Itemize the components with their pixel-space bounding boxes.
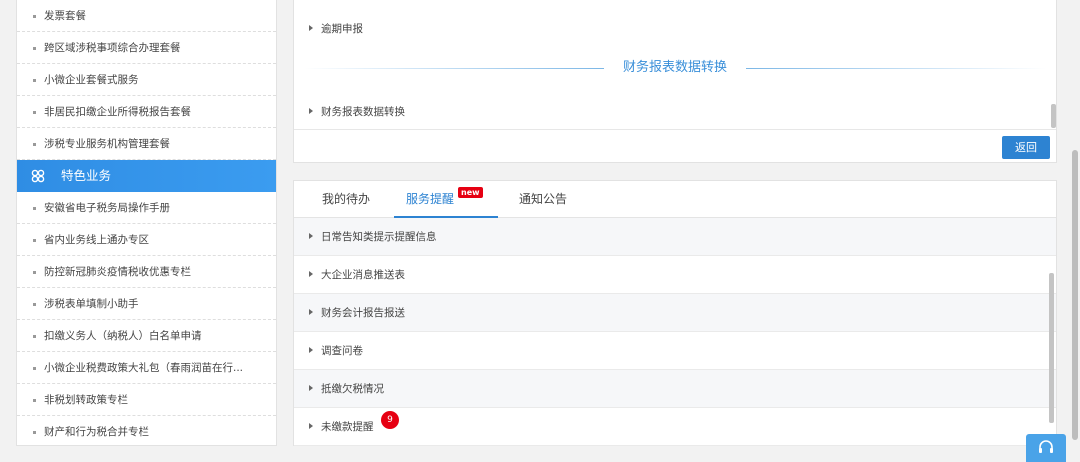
sidebar-item-label: 涉税专业服务机构管理套餐: [44, 138, 170, 150]
sidebar-item[interactable]: 小微企业套餐式服务: [17, 64, 276, 96]
headset-icon: [1039, 440, 1053, 453]
sidebar-item-label: 省内业务线上通办专区: [44, 234, 149, 246]
report-conversion-panel: 逾期申报 财务报表数据转换 财务报表数据转换 返回: [293, 0, 1057, 163]
panel-scrollbar[interactable]: [1049, 273, 1054, 423]
count-badge: 9: [381, 411, 399, 429]
tab-notices[interactable]: 通知公告: [519, 181, 567, 218]
page-scrollbar[interactable]: [1072, 150, 1078, 440]
sidebar-section-label: 特色业务: [61, 168, 112, 183]
list-item[interactable]: 抵缴欠税情况: [294, 370, 1056, 408]
sidebar-item[interactable]: 防控新冠肺炎疫情税收优惠专栏: [17, 256, 276, 288]
divider: [304, 68, 604, 69]
caret-right-icon: [309, 271, 313, 277]
sidebar-item[interactable]: 涉税表单填制小助手: [17, 288, 276, 320]
bullet-icon: [33, 79, 36, 82]
sidebar-item-label: 发票套餐: [44, 10, 86, 22]
sidebar-item-label: 涉税表单填制小助手: [44, 298, 139, 310]
list-item-label: 调查问卷: [321, 345, 363, 357]
sidebar-item-label: 防控新冠肺炎疫情税收优惠专栏: [44, 266, 191, 278]
sidebar: 发票套餐 跨区域涉税事项综合办理套餐 小微企业套餐式服务 非居民扣缴企业所得税报…: [16, 0, 277, 446]
section-title-text: 财务报表数据转换: [612, 56, 737, 80]
sidebar-item[interactable]: 小微企业税费政策大礼包（春雨润苗在行...: [17, 352, 276, 384]
panel-scrollbar[interactable]: [1051, 104, 1056, 128]
bullet-icon: [33, 47, 36, 50]
list-item-label: 未缴款提醒: [321, 421, 374, 433]
bullet-icon: [33, 15, 36, 18]
row-label: 逾期申报: [321, 23, 363, 35]
sidebar-item[interactable]: 省内业务线上通办专区: [17, 224, 276, 256]
tab-my-todo[interactable]: 我的待办: [322, 181, 370, 218]
sidebar-item-label: 小微企业套餐式服务: [44, 74, 139, 86]
caret-right-icon: [309, 423, 313, 429]
bullet-icon: [33, 143, 36, 146]
bullet-icon: [33, 431, 36, 434]
caret-right-icon: [309, 233, 313, 239]
sidebar-section-special[interactable]: 特色业务: [17, 160, 276, 192]
list-item-label: 抵缴欠税情况: [321, 383, 384, 395]
new-badge: new: [458, 187, 483, 198]
bullet-icon: [33, 207, 36, 210]
online-service-button[interactable]: [1026, 434, 1066, 462]
list-item-label: 财务会计报告报送: [321, 307, 405, 319]
bullet-icon: [33, 271, 36, 274]
tab-bar: 我的待办 服务提醒 new 通知公告: [294, 181, 1056, 218]
sidebar-item-label: 扣缴义务人（纳税人）白名单申请: [44, 330, 202, 342]
clover-icon: [31, 169, 45, 183]
panel-footer: 返回: [294, 129, 1056, 162]
section-title: 财务报表数据转换: [304, 56, 1046, 80]
tab-label: 服务提醒: [406, 192, 455, 206]
row-label: 财务报表数据转换: [321, 106, 405, 118]
bullet-icon: [33, 367, 36, 370]
sidebar-item-label: 非税划转政策专栏: [44, 394, 128, 406]
sidebar-item[interactable]: 非税划转政策专栏: [17, 384, 276, 416]
bullet-icon: [33, 303, 36, 306]
overdue-declaration-row[interactable]: 逾期申报: [309, 21, 363, 36]
list-item-label: 大企业消息推送表: [321, 269, 405, 281]
caret-right-icon: [309, 309, 313, 315]
sidebar-item[interactable]: 非居民扣缴企业所得税报告套餐: [17, 96, 276, 128]
notification-panel: 我的待办 服务提醒 new 通知公告 日常告知类提示提醒信息 大企业消息推送表 …: [293, 180, 1057, 446]
sidebar-item-label: 小微企业税费政策大礼包（春雨润苗在行...: [44, 362, 244, 374]
caret-right-icon: [309, 25, 313, 31]
sidebar-item[interactable]: 跨区域涉税事项综合办理套餐: [17, 32, 276, 64]
caret-right-icon: [309, 347, 313, 353]
report-conversion-row[interactable]: 财务报表数据转换: [309, 104, 405, 119]
caret-right-icon: [309, 108, 313, 114]
sidebar-item[interactable]: 涉税专业服务机构管理套餐: [17, 128, 276, 160]
sidebar-item-label: 非居民扣缴企业所得税报告套餐: [44, 106, 191, 118]
sidebar-item[interactable]: 财产和行为税合并专栏: [17, 416, 276, 445]
list-item[interactable]: 未缴款提醒 9: [294, 408, 1056, 446]
back-button[interactable]: 返回: [1002, 136, 1050, 159]
list-item[interactable]: 财务会计报告报送: [294, 294, 1056, 332]
sidebar-item[interactable]: 发票套餐: [17, 0, 276, 32]
bullet-icon: [33, 239, 36, 242]
sidebar-item-label: 财产和行为税合并专栏: [44, 426, 149, 438]
sidebar-item[interactable]: 扣缴义务人（纳税人）白名单申请: [17, 320, 276, 352]
bullet-icon: [33, 335, 36, 338]
list-item[interactable]: 大企业消息推送表: [294, 256, 1056, 294]
sidebar-item[interactable]: 安徽省电子税务局操作手册: [17, 192, 276, 224]
sidebar-item-label: 安徽省电子税务局操作手册: [44, 202, 170, 214]
divider: [746, 68, 1046, 69]
caret-right-icon: [309, 385, 313, 391]
bullet-icon: [33, 399, 36, 402]
sidebar-item-label: 跨区域涉税事项综合办理套餐: [44, 42, 181, 54]
list-item[interactable]: 调查问卷: [294, 332, 1056, 370]
list-item-label: 日常告知类提示提醒信息: [321, 231, 437, 243]
list-item[interactable]: 日常告知类提示提醒信息: [294, 218, 1056, 256]
tab-service-reminder[interactable]: 服务提醒: [394, 181, 498, 218]
bullet-icon: [33, 111, 36, 114]
